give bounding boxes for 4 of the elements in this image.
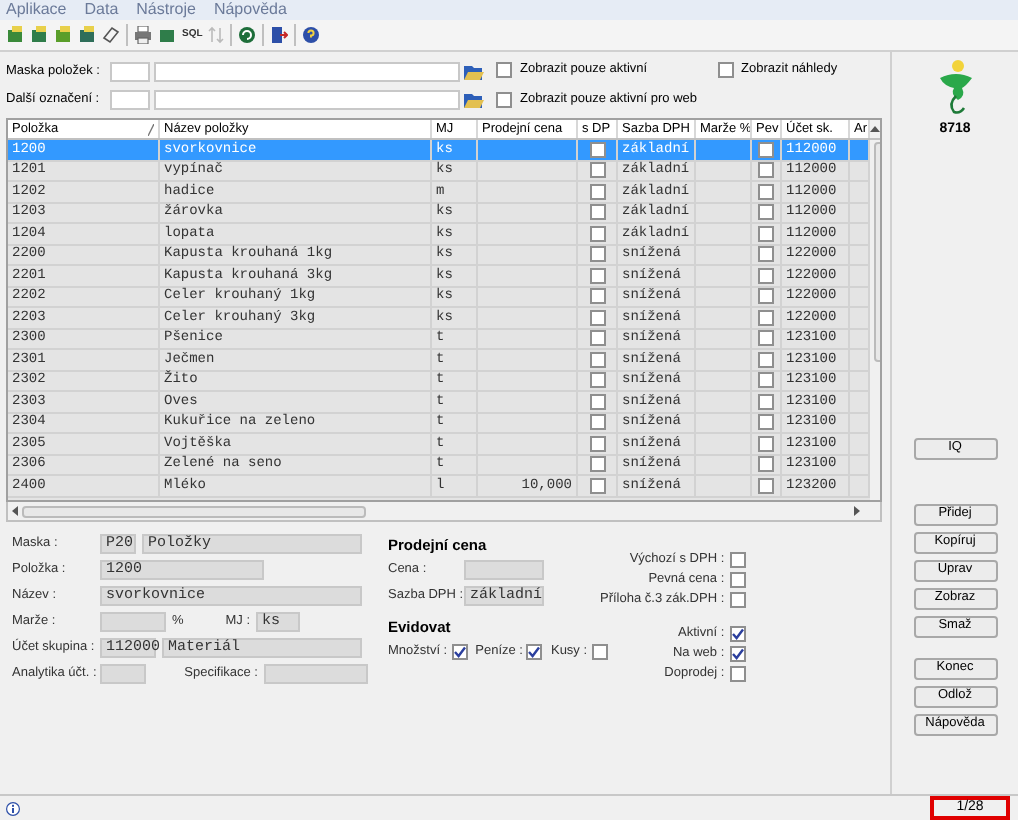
menu-item[interactable]: Nástroje [136,0,196,22]
menu-item[interactable]: Aplikace [6,0,67,22]
menu-item[interactable]: Nápověda [213,0,287,22]
menu-item[interactable]: Data [84,0,119,22]
